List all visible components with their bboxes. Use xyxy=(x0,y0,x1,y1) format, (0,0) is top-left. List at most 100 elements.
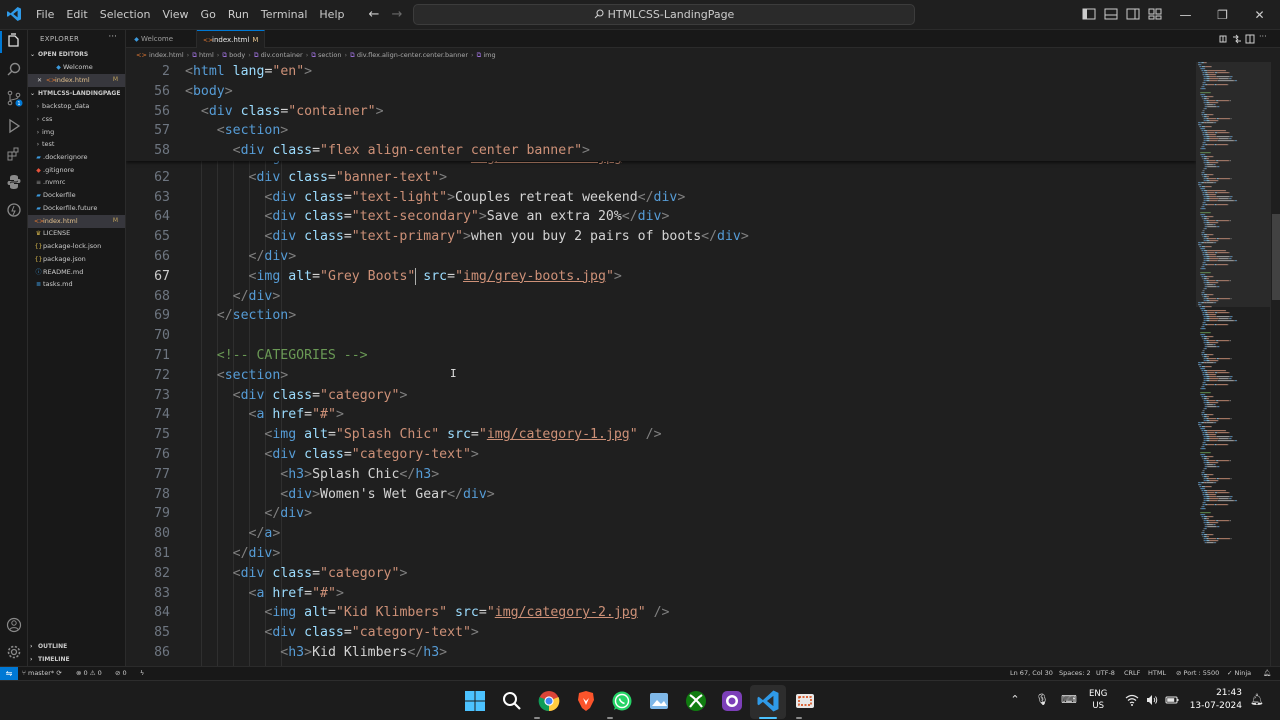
code-line[interactable]: 66 </div> xyxy=(126,247,1196,267)
line-number[interactable]: 76 xyxy=(126,445,170,465)
tree-folder-css[interactable]: › css xyxy=(28,113,125,126)
open-changes-icon[interactable] xyxy=(1218,34,1228,44)
code-line[interactable]: 67 <img alt="Grey Boots" src="img/grey-b… xyxy=(126,267,1196,287)
encoding[interactable]: UTF-8 xyxy=(1096,667,1115,680)
line-number[interactable]: 84 xyxy=(126,603,170,623)
tree-file-dockerignore[interactable]: ▰ .dockerignore xyxy=(28,151,125,164)
tab-welcome[interactable]: ◆ Welcome xyxy=(126,30,197,48)
code-line[interactable]: 76 <div class="category-text"> xyxy=(126,445,1196,465)
open-editor-welcome[interactable]: ◆ Welcome xyxy=(28,61,125,74)
wifi-icon[interactable] xyxy=(1125,693,1139,707)
tree-file-gitignore[interactable]: ◆ .gitignore xyxy=(28,164,125,177)
breadcrumb-item[interactable]: div.flex.align-center.center.banner xyxy=(357,51,468,59)
python-icon[interactable] xyxy=(5,173,23,191)
outline-header[interactable]: › OUTLINE xyxy=(30,641,67,653)
arrow-right-icon[interactable]: → xyxy=(389,7,405,23)
line-number[interactable]: 56 xyxy=(126,102,170,122)
source-control-icon[interactable]: 1 xyxy=(5,89,23,107)
tree-folder-backstop-data[interactable]: › backstop_data xyxy=(28,100,125,113)
vscode-taskbar-icon[interactable] xyxy=(756,689,780,713)
whatsapp-icon[interactable] xyxy=(610,689,634,713)
clock[interactable]: 21:43 13-07-2024 xyxy=(1190,687,1242,713)
line-number[interactable]: 68 xyxy=(126,287,170,307)
ports-indicator[interactable]: ⊘ 0 xyxy=(115,667,127,680)
live-share-icon[interactable] xyxy=(5,201,23,219)
project-header[interactable]: ⌄ HTMLCSS-LANDINGPAGE xyxy=(30,88,120,100)
line-number[interactable]: 65 xyxy=(126,227,170,247)
toggle-secondary-sidebar-icon[interactable] xyxy=(1126,7,1140,21)
maximize-button[interactable]: ❐ xyxy=(1204,0,1241,30)
run-debug-icon[interactable] xyxy=(5,117,23,135)
code-line[interactable]: 64 <div class="text-secondary">Save an e… xyxy=(126,207,1196,227)
code-line[interactable]: 82 <div class="category"> xyxy=(126,564,1196,584)
code-line[interactable]: 85 <div class="category-text"> xyxy=(126,623,1196,643)
chrome-icon[interactable] xyxy=(537,689,561,713)
snipping-tool-icon[interactable] xyxy=(793,689,817,713)
search-icon[interactable] xyxy=(500,689,524,713)
chevron-up-icon[interactable]: ⌃ xyxy=(1008,693,1022,707)
tree-folder-test[interactable]: › test xyxy=(28,138,125,151)
breadcrumb-item[interactable]: body xyxy=(229,51,245,59)
code-line[interactable]: 68 </div> xyxy=(126,287,1196,307)
line-number[interactable]: 62 xyxy=(126,168,170,188)
code-editor[interactable]: 61 <img alt="Brown Boots" src="img/brown… xyxy=(126,62,1196,666)
code-line[interactable]: 65 <div class="text-primary">when you bu… xyxy=(126,227,1196,247)
line-number[interactable]: 72 xyxy=(126,366,170,386)
code-line[interactable]: 73 <div class="category"> xyxy=(126,386,1196,406)
notification-icon[interactable]: 🔔︎ xyxy=(1250,693,1264,707)
tree-file-nvmrc[interactable]: ≡ .nvmrc xyxy=(28,176,125,189)
code-line[interactable]: 77 <h3>Splash Chic</h3> xyxy=(126,465,1196,485)
code-line[interactable]: 71 <!-- CATEGORIES --> xyxy=(126,346,1196,366)
arrow-left-icon[interactable]: ← xyxy=(366,7,382,23)
tree-file-index-html[interactable]: <>index.html M xyxy=(28,215,125,228)
windows-start-icon[interactable] xyxy=(463,689,487,713)
brave-browser-icon[interactable] xyxy=(574,689,598,713)
menu-go[interactable]: Go xyxy=(195,0,222,30)
breadcrumb-item[interactable]: index.html xyxy=(149,51,184,59)
settings-gear-icon[interactable] xyxy=(5,643,23,661)
more-actions-icon[interactable]: ··· xyxy=(1259,32,1267,41)
code-line[interactable]: 62 <div class="banner-text"> xyxy=(126,168,1196,188)
line-number[interactable]: 69 xyxy=(126,306,170,326)
line-number[interactable]: 79 xyxy=(126,504,170,524)
menu-view[interactable]: View xyxy=(156,0,194,30)
minimap[interactable] xyxy=(1196,62,1270,666)
code-line[interactable]: 72 <section> xyxy=(126,366,1196,386)
code-line[interactable]: 80 </a> xyxy=(126,524,1196,544)
code-line[interactable]: 84 <img alt="Kid Klimbers" src="img/cate… xyxy=(126,603,1196,623)
vscode-logo-icon[interactable] xyxy=(6,6,22,22)
language-mode[interactable]: HTML xyxy=(1148,667,1166,680)
tree-file-tasks-md[interactable]: ≣ tasks.md xyxy=(28,278,125,291)
command-center-search[interactable]: HTMLCSS-LandingPage xyxy=(413,4,915,25)
line-number[interactable]: 82 xyxy=(126,564,170,584)
line-number[interactable]: 81 xyxy=(126,544,170,564)
code-line[interactable]: 81 </div> xyxy=(126,544,1196,564)
code-line[interactable]: 78 <div>Women's Wet Gear</div> xyxy=(126,485,1196,505)
scrollbar-thumb[interactable] xyxy=(1272,214,1280,300)
split-editor-icon[interactable] xyxy=(1245,34,1255,44)
notifications-bell-icon[interactable]: 🔔︎ xyxy=(1263,667,1271,680)
open-editor-index-html[interactable]: ✕ <>index.html M xyxy=(28,74,125,87)
zap-icon[interactable]: ϟ xyxy=(140,667,144,680)
problems-indicator[interactable]: ⊗ 0 ⚠ 0 xyxy=(76,667,102,680)
line-number[interactable]: 78 xyxy=(126,485,170,505)
minimap-viewport[interactable] xyxy=(1196,62,1270,307)
breadcrumb-item[interactable]: div.container xyxy=(261,51,303,59)
more-actions-icon[interactable]: ··· xyxy=(108,32,117,42)
tree-file-package-lock[interactable]: {}package-lock.json xyxy=(28,240,125,253)
code-line[interactable]: 2 <html lang="en"> xyxy=(126,62,1196,82)
input-language[interactable]: ENG US xyxy=(1089,688,1107,712)
tree-file-dockerfile-future[interactable]: ▰ Dockerfile.future xyxy=(28,202,125,215)
remote-icon[interactable]: ⇋ xyxy=(0,667,18,681)
code-line[interactable]: 58 <div class="flex align-center center … xyxy=(126,141,1196,161)
photos-app-icon[interactable] xyxy=(647,689,671,713)
line-number[interactable]: 57 xyxy=(126,121,170,141)
live-server-port[interactable]: ⊘ Port : 5500 xyxy=(1176,667,1219,680)
menu-selection[interactable]: Selection xyxy=(94,0,157,30)
line-number[interactable]: 71 xyxy=(126,346,170,366)
cursor-position[interactable]: Ln 67, Col 30 xyxy=(1010,667,1053,680)
line-number[interactable]: 85 xyxy=(126,623,170,643)
line-number[interactable]: 70 xyxy=(126,326,170,346)
tree-file-package-json[interactable]: {}package.json xyxy=(28,253,125,266)
extensions-icon[interactable] xyxy=(5,145,23,163)
